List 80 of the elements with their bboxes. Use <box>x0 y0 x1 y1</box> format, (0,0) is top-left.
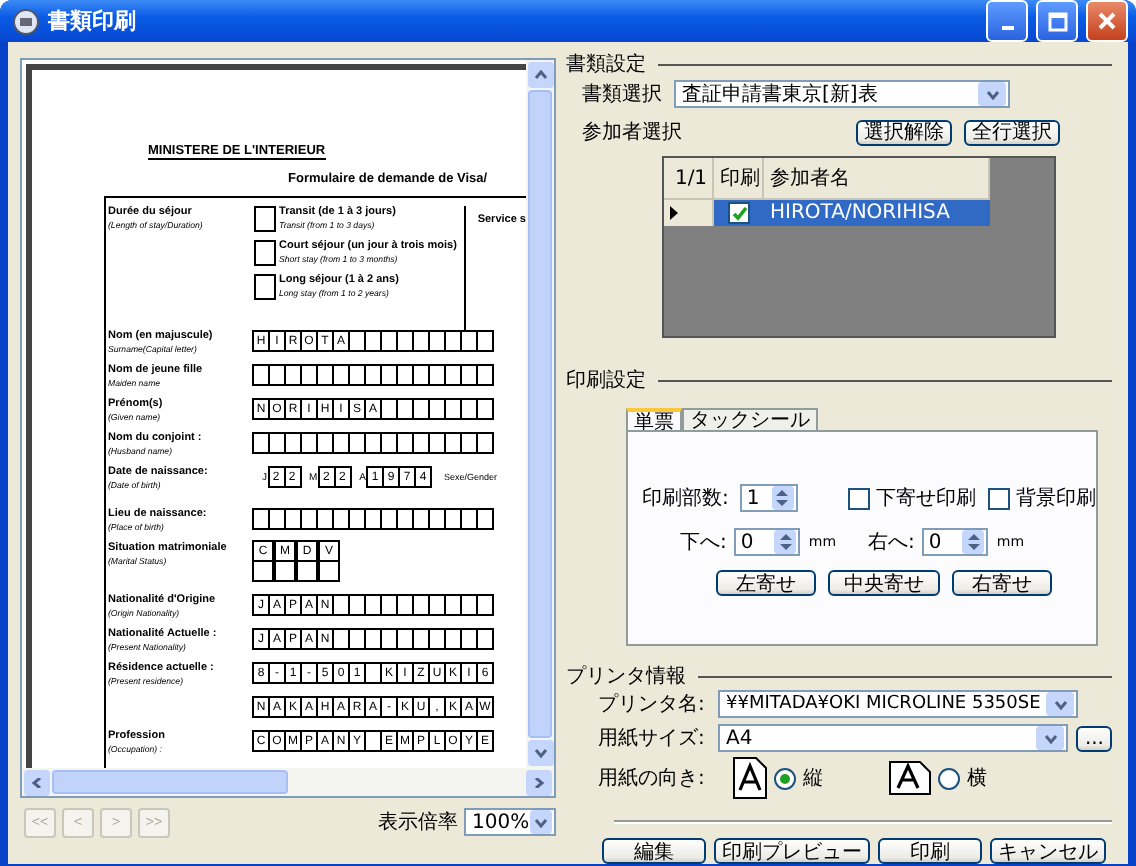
document-select[interactable]: 査証申請書東京[新]表 <box>674 80 1010 108</box>
section-title: プリンタ情報 <box>566 663 686 690</box>
participant-name[interactable]: HIROTA/NORIHISA <box>764 200 990 226</box>
maximize-button[interactable] <box>1036 0 1078 42</box>
chevron-right-icon <box>532 777 546 787</box>
document-label: 書類選択 <box>582 81 662 108</box>
paper-size-select[interactable]: A4 <box>718 724 1069 752</box>
offset-label: 右へ: <box>868 530 915 556</box>
minimize-icon <box>1001 25 1013 29</box>
option-checkbox[interactable] <box>988 487 1010 509</box>
spin-arrows-icon <box>776 490 789 506</box>
orientation-label: 用紙の向き: <box>598 766 705 792</box>
letter-box <box>476 432 494 454</box>
select-button[interactable]: 全行選択 <box>964 119 1060 145</box>
tab[interactable]: タックシール <box>682 408 818 430</box>
zoom-select[interactable]: 100% <box>464 808 556 836</box>
participants-label: 参加者選択 <box>582 119 682 146</box>
option-label: 下寄せ印刷 <box>876 485 976 512</box>
paper-options-button[interactable]: ... <box>1076 725 1112 751</box>
letter-box <box>318 560 340 582</box>
column-header: 参加者名 <box>764 158 990 200</box>
spin-arrows-icon <box>779 534 792 550</box>
letter-box <box>296 560 318 582</box>
orientation-radio[interactable] <box>938 767 961 789</box>
minimize-button[interactable] <box>986 0 1028 42</box>
letter-box <box>252 560 274 582</box>
option-checkbox[interactable] <box>848 487 870 509</box>
chevron-left-icon <box>30 777 44 787</box>
copies-label: 印刷部数: <box>642 485 729 512</box>
align-button[interactable]: 中央寄せ <box>828 570 940 596</box>
option-label: 背景印刷 <box>1016 485 1096 512</box>
align-button[interactable]: 左寄せ <box>716 570 816 596</box>
row-header[interactable] <box>664 200 714 226</box>
paper-size-label: 用紙サイズ: <box>598 726 707 752</box>
offset-spinner[interactable]: 0 <box>734 528 801 556</box>
tab[interactable]: 単票 <box>626 408 682 432</box>
footer-button[interactable]: キャンセル <box>990 838 1106 864</box>
orientation-option: 縦 <box>802 764 823 792</box>
column-header: 1/1 <box>664 158 714 200</box>
chevron-down-icon <box>533 748 547 758</box>
select-button[interactable]: 選択解除 <box>856 119 952 145</box>
letter-box <box>476 628 494 650</box>
zoom-label: 表示倍率 <box>378 809 458 836</box>
footer-button[interactable]: 印刷プレビュー <box>714 838 870 864</box>
close-icon <box>1098 12 1116 30</box>
chevron-down-icon <box>533 817 548 827</box>
section-title: 書類設定 <box>566 51 646 78</box>
letter-box <box>274 560 296 582</box>
current-row-icon <box>670 206 678 220</box>
letter-box <box>476 594 494 616</box>
spin-arrows-icon <box>967 534 980 550</box>
portrait-page-icon <box>732 756 769 800</box>
letter-box <box>476 508 494 530</box>
landscape-page-icon <box>888 760 933 796</box>
align-button[interactable]: 右寄せ <box>952 570 1052 596</box>
footer-button[interactable]: 編集 <box>602 838 706 864</box>
vertical-scrollbar[interactable] <box>526 60 554 768</box>
chevron-down-icon <box>1043 733 1058 743</box>
letter-box <box>476 398 494 420</box>
chevron-down-icon <box>1053 699 1067 709</box>
orientation-radio[interactable] <box>774 767 797 789</box>
offset-label: 下へ: <box>680 530 727 556</box>
copies-spinner[interactable]: 1 <box>740 484 798 512</box>
orientation-option: 横 <box>966 764 987 792</box>
maximize-icon <box>1047 11 1067 31</box>
footer-button[interactable]: 印刷 <box>878 838 982 864</box>
printer-name-label: プリンタ名: <box>598 691 707 718</box>
check-icon <box>731 205 747 221</box>
column-header: 印刷 <box>714 158 764 200</box>
chevron-down-icon <box>985 89 999 99</box>
printer-select[interactable]: ¥¥MITADA¥OKI MICROLINE 5350SE <box>718 690 1078 718</box>
print-checkbox[interactable] <box>728 202 750 224</box>
chevron-up-icon <box>533 70 547 80</box>
section-title: 印刷設定 <box>566 367 646 394</box>
letter-box <box>476 330 494 352</box>
offset-spinner[interactable]: 0 <box>922 528 989 556</box>
close-button[interactable] <box>1086 0 1128 42</box>
window-title: 書類印刷 <box>48 6 138 36</box>
letter-box <box>476 364 494 386</box>
horizontal-scrollbar[interactable] <box>22 768 554 796</box>
